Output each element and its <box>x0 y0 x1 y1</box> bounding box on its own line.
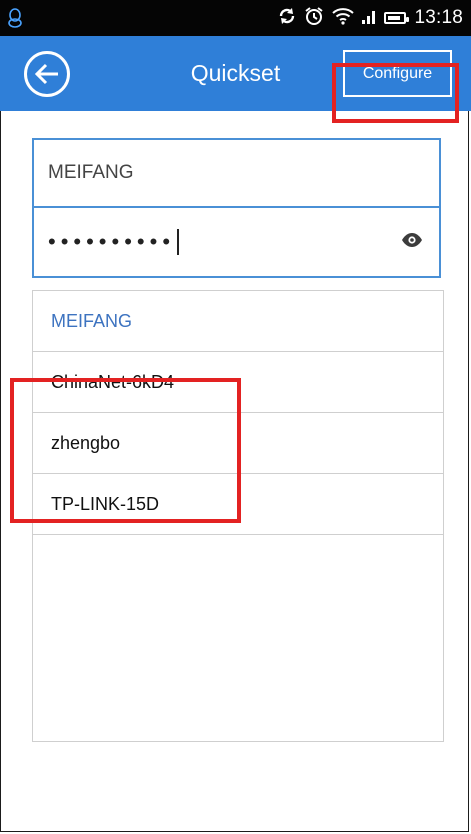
status-time: 13:18 <box>414 7 463 28</box>
wifi-credentials-form: MEIFANG •••••••••• <box>32 138 441 278</box>
alarm-icon <box>304 6 324 31</box>
text-caret <box>177 229 180 255</box>
sync-icon <box>278 7 296 30</box>
network-item-tp-link[interactable]: TP-LINK-15D <box>33 474 443 535</box>
network-item-zhengbo[interactable]: zhengbo <box>33 413 443 474</box>
wifi-icon <box>332 7 355 30</box>
ssid-field[interactable]: MEIFANG <box>34 140 439 208</box>
network-item-chinanet[interactable]: ChinaNet-6kD4 <box>33 352 443 413</box>
back-arrow-icon <box>34 63 58 84</box>
app-bar: Quickset Configure <box>0 36 471 111</box>
status-bar: 13:18 <box>0 0 471 36</box>
back-button[interactable] <box>24 50 70 97</box>
signal-icon <box>362 8 376 29</box>
password-field[interactable]: •••••••••• <box>34 208 439 276</box>
password-value: •••••••••• <box>48 229 176 254</box>
qq-penguin-icon <box>0 8 30 28</box>
configure-button[interactable]: Configure <box>343 50 452 97</box>
eye-icon[interactable] <box>401 232 423 253</box>
battery-icon <box>384 12 410 24</box>
network-item-meifang[interactable]: MEIFANG <box>33 291 443 352</box>
network-list: MEIFANG ChinaNet-6kD4 zhengbo TP-LINK-15… <box>32 290 444 742</box>
